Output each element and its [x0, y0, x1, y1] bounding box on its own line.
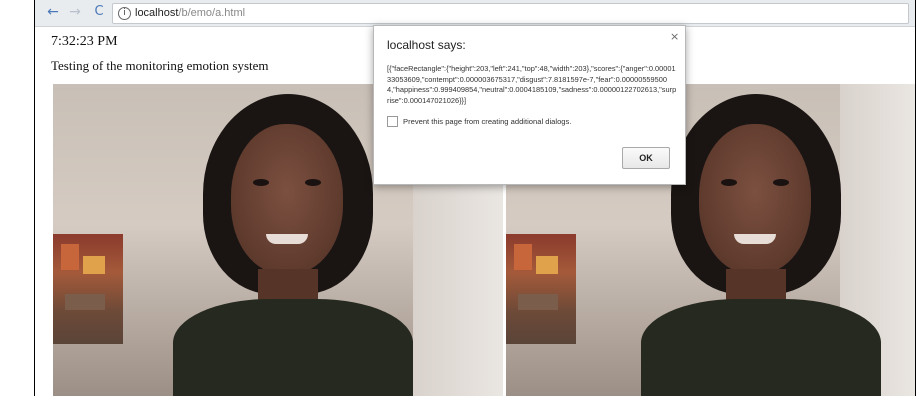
dialog-message: [{"faceRectangle":{"height":203,"left":2…: [387, 64, 677, 105]
page-subtitle: Testing of the monitoring emotion system: [51, 58, 269, 73]
browser-toolbar: ← → C i localhost/b/emo/a.html: [35, 0, 915, 27]
smile: [734, 234, 776, 244]
left-eye: [253, 179, 269, 186]
dialog-title: localhost says:: [387, 38, 466, 52]
background-shelf: [506, 234, 576, 344]
person-face: [699, 124, 811, 274]
url-host: localhost: [135, 7, 179, 19]
url-text: localhost/b/emo/a.html: [135, 4, 245, 23]
right-eye: [305, 179, 321, 186]
clock-text: 7:32:23 PM: [51, 34, 118, 49]
alert-dialog: localhost says: × [{"faceRectangle":{"he…: [373, 25, 686, 185]
prevent-dialogs-checkbox[interactable]: [387, 116, 398, 127]
right-eye: [773, 179, 789, 186]
info-icon[interactable]: i: [118, 7, 131, 20]
ok-button[interactable]: OK: [622, 147, 670, 169]
smile: [266, 234, 308, 244]
background-shelf: [53, 234, 123, 344]
person-shirt: [641, 299, 881, 396]
person-shirt: [173, 299, 413, 396]
prevent-dialogs-label: Prevent this page from creating addition…: [403, 117, 572, 126]
close-icon[interactable]: ×: [670, 30, 679, 43]
back-arrow-icon[interactable]: ←: [45, 3, 61, 21]
document-frame-right: [915, 0, 916, 396]
reload-icon[interactable]: C: [91, 3, 107, 21]
address-bar[interactable]: i localhost/b/emo/a.html: [112, 3, 909, 24]
forward-arrow-icon[interactable]: →: [67, 3, 83, 21]
left-eye: [721, 179, 737, 186]
person-face: [231, 124, 343, 274]
url-path: /b/emo/a.html: [178, 7, 246, 19]
